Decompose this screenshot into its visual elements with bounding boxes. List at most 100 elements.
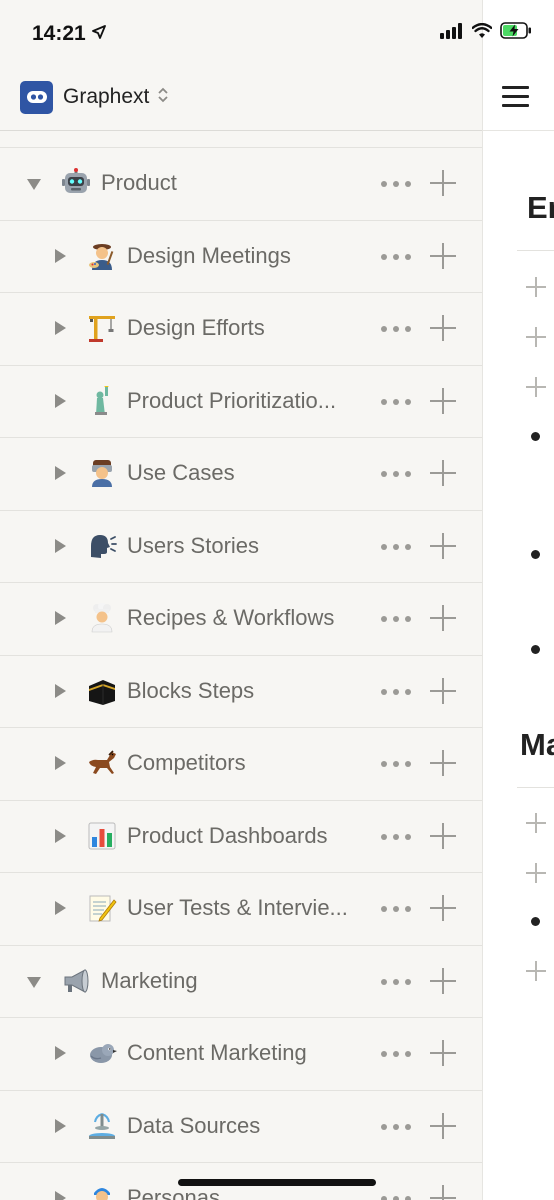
cellular-signal-icon: [440, 22, 464, 44]
sidebar-page[interactable]: Blocks Steps: [0, 656, 482, 728]
home-indicator[interactable]: [178, 1179, 376, 1186]
bar-chart-icon: [86, 820, 118, 852]
more-options-icon[interactable]: [381, 253, 411, 260]
caret-right-icon[interactable]: [55, 611, 66, 625]
caret-right-icon[interactable]: [55, 1118, 66, 1133]
caret-right-icon[interactable]: [55, 466, 66, 480]
sidebar-item-label: Product Prioritizatio...: [127, 387, 337, 413]
cook-icon: [86, 602, 118, 634]
sidebar-page[interactable]: Recipes & Workflows: [0, 583, 482, 656]
more-options-icon[interactable]: [381, 906, 411, 912]
robot-face-icon: [60, 167, 92, 199]
fountain-icon: [86, 1110, 118, 1142]
more-options-icon[interactable]: [381, 543, 411, 550]
add-page-icon[interactable]: [430, 387, 456, 414]
sidebar-item-label: Design Meetings: [127, 242, 291, 268]
racehorse-icon: [86, 747, 118, 779]
add-page-icon[interactable]: [430, 170, 456, 196]
caret-right-icon[interactable]: [55, 1046, 66, 1060]
add-page-icon[interactable]: [430, 460, 456, 486]
caret-down-icon[interactable]: [27, 976, 41, 988]
more-options-icon[interactable]: [381, 1123, 411, 1130]
more-options-icon[interactable]: [381, 1051, 411, 1057]
sidebar-page[interactable]: Product Prioritizatio...: [0, 366, 482, 438]
add-block-icon[interactable]: [526, 863, 546, 883]
more-options-icon[interactable]: [381, 616, 411, 622]
page-tree: Product Design Meetings Design Efforts Prod…: [0, 148, 482, 1200]
sidebar-item-label: Design Efforts: [127, 315, 265, 340]
caret-right-icon[interactable]: [55, 756, 66, 770]
add-page-icon[interactable]: [430, 1112, 456, 1139]
add-page-icon[interactable]: [430, 532, 456, 559]
workspace-switcher[interactable]: Graphext: [20, 80, 169, 114]
more-options-icon[interactable]: [381, 471, 411, 477]
sidebar-page[interactable]: Design Meetings: [0, 221, 482, 293]
sidebar-item-label: User Tests & Intervie...: [127, 895, 348, 920]
bullet-icon: [531, 432, 540, 441]
status-bar: 14:21: [0, 0, 554, 66]
sidebar-page[interactable]: Users Stories: [0, 511, 482, 583]
add-block-icon[interactable]: [526, 813, 546, 833]
sidebar-item-label: Product Dashboards: [127, 822, 328, 848]
section-heading: Ma: [520, 727, 554, 762]
add-block-icon[interactable]: [526, 327, 546, 347]
battery-charging-icon: [500, 22, 532, 44]
main-content: En Ma: [483, 0, 554, 1200]
more-options-icon[interactable]: [381, 398, 411, 405]
add-page-icon[interactable]: [430, 895, 456, 921]
caret-right-icon[interactable]: [55, 321, 66, 335]
more-options-icon[interactable]: [381, 978, 411, 985]
sidebar-item-label: Recipes & Workflows: [127, 605, 335, 630]
speaking-head-icon: [86, 530, 118, 562]
add-page-icon[interactable]: [430, 315, 456, 341]
statue-of-liberty-icon: [86, 385, 118, 417]
caret-down-icon[interactable]: [27, 179, 41, 190]
more-options-icon[interactable]: [381, 761, 411, 767]
caret-right-icon[interactable]: [55, 393, 66, 408]
add-page-icon[interactable]: [430, 822, 456, 849]
sidebar-item-label: Competitors: [127, 750, 246, 775]
sidebar-page[interactable]: User Tests & Intervie...: [0, 873, 482, 946]
add-block-icon[interactable]: [526, 377, 546, 397]
more-options-icon[interactable]: [381, 326, 411, 332]
sidebar-page[interactable]: Use Cases: [0, 438, 482, 511]
sidebar-section[interactable]: Product: [0, 148, 482, 221]
clock: 14:21: [32, 22, 86, 45]
sidebar-page[interactable]: Data Sources: [0, 1091, 482, 1163]
add-page-icon[interactable]: [430, 750, 456, 776]
add-page-icon[interactable]: [430, 967, 456, 994]
construction-crane-icon: [86, 312, 118, 344]
add-page-icon[interactable]: [430, 605, 456, 631]
caret-right-icon[interactable]: [55, 1191, 66, 1200]
sidebar-page[interactable]: Design Efforts: [0, 293, 482, 366]
kaaba-icon: [86, 675, 118, 707]
add-page-icon[interactable]: [430, 1040, 456, 1066]
sidebar-section[interactable]: Marketing: [0, 946, 482, 1018]
menu-icon[interactable]: [502, 86, 529, 108]
add-page-icon[interactable]: [430, 677, 456, 704]
bullet-icon: [531, 645, 540, 654]
add-block-icon[interactable]: [526, 961, 546, 981]
caret-right-icon[interactable]: [55, 828, 66, 843]
factory-worker-icon: [86, 457, 118, 489]
caret-right-icon[interactable]: [55, 901, 66, 915]
add-block-icon[interactable]: [526, 277, 546, 297]
more-options-icon[interactable]: [381, 1196, 411, 1200]
sidebar-page[interactable]: Competitors: [0, 728, 482, 801]
more-options-icon[interactable]: [381, 688, 411, 695]
caret-right-icon[interactable]: [55, 248, 66, 263]
sidebar-page[interactable]: Content Marketing: [0, 1018, 482, 1091]
bullet-icon: [531, 917, 540, 926]
more-options-icon[interactable]: [381, 833, 411, 840]
sidebar-item-label: Blocks Steps: [127, 677, 255, 703]
sidebar: Graphext Product Design Meetings Design Ef…: [0, 0, 483, 1200]
chevron-updown-icon: [157, 87, 169, 108]
sidebar-page[interactable]: Product Dashboards: [0, 801, 482, 873]
add-page-icon[interactable]: [430, 242, 456, 269]
more-options-icon[interactable]: [381, 181, 411, 187]
divider: [517, 250, 554, 251]
sidebar-item-label: Marketing: [101, 967, 198, 993]
caret-right-icon[interactable]: [55, 538, 66, 553]
caret-right-icon[interactable]: [55, 683, 66, 698]
add-page-icon[interactable]: [430, 1185, 456, 1200]
